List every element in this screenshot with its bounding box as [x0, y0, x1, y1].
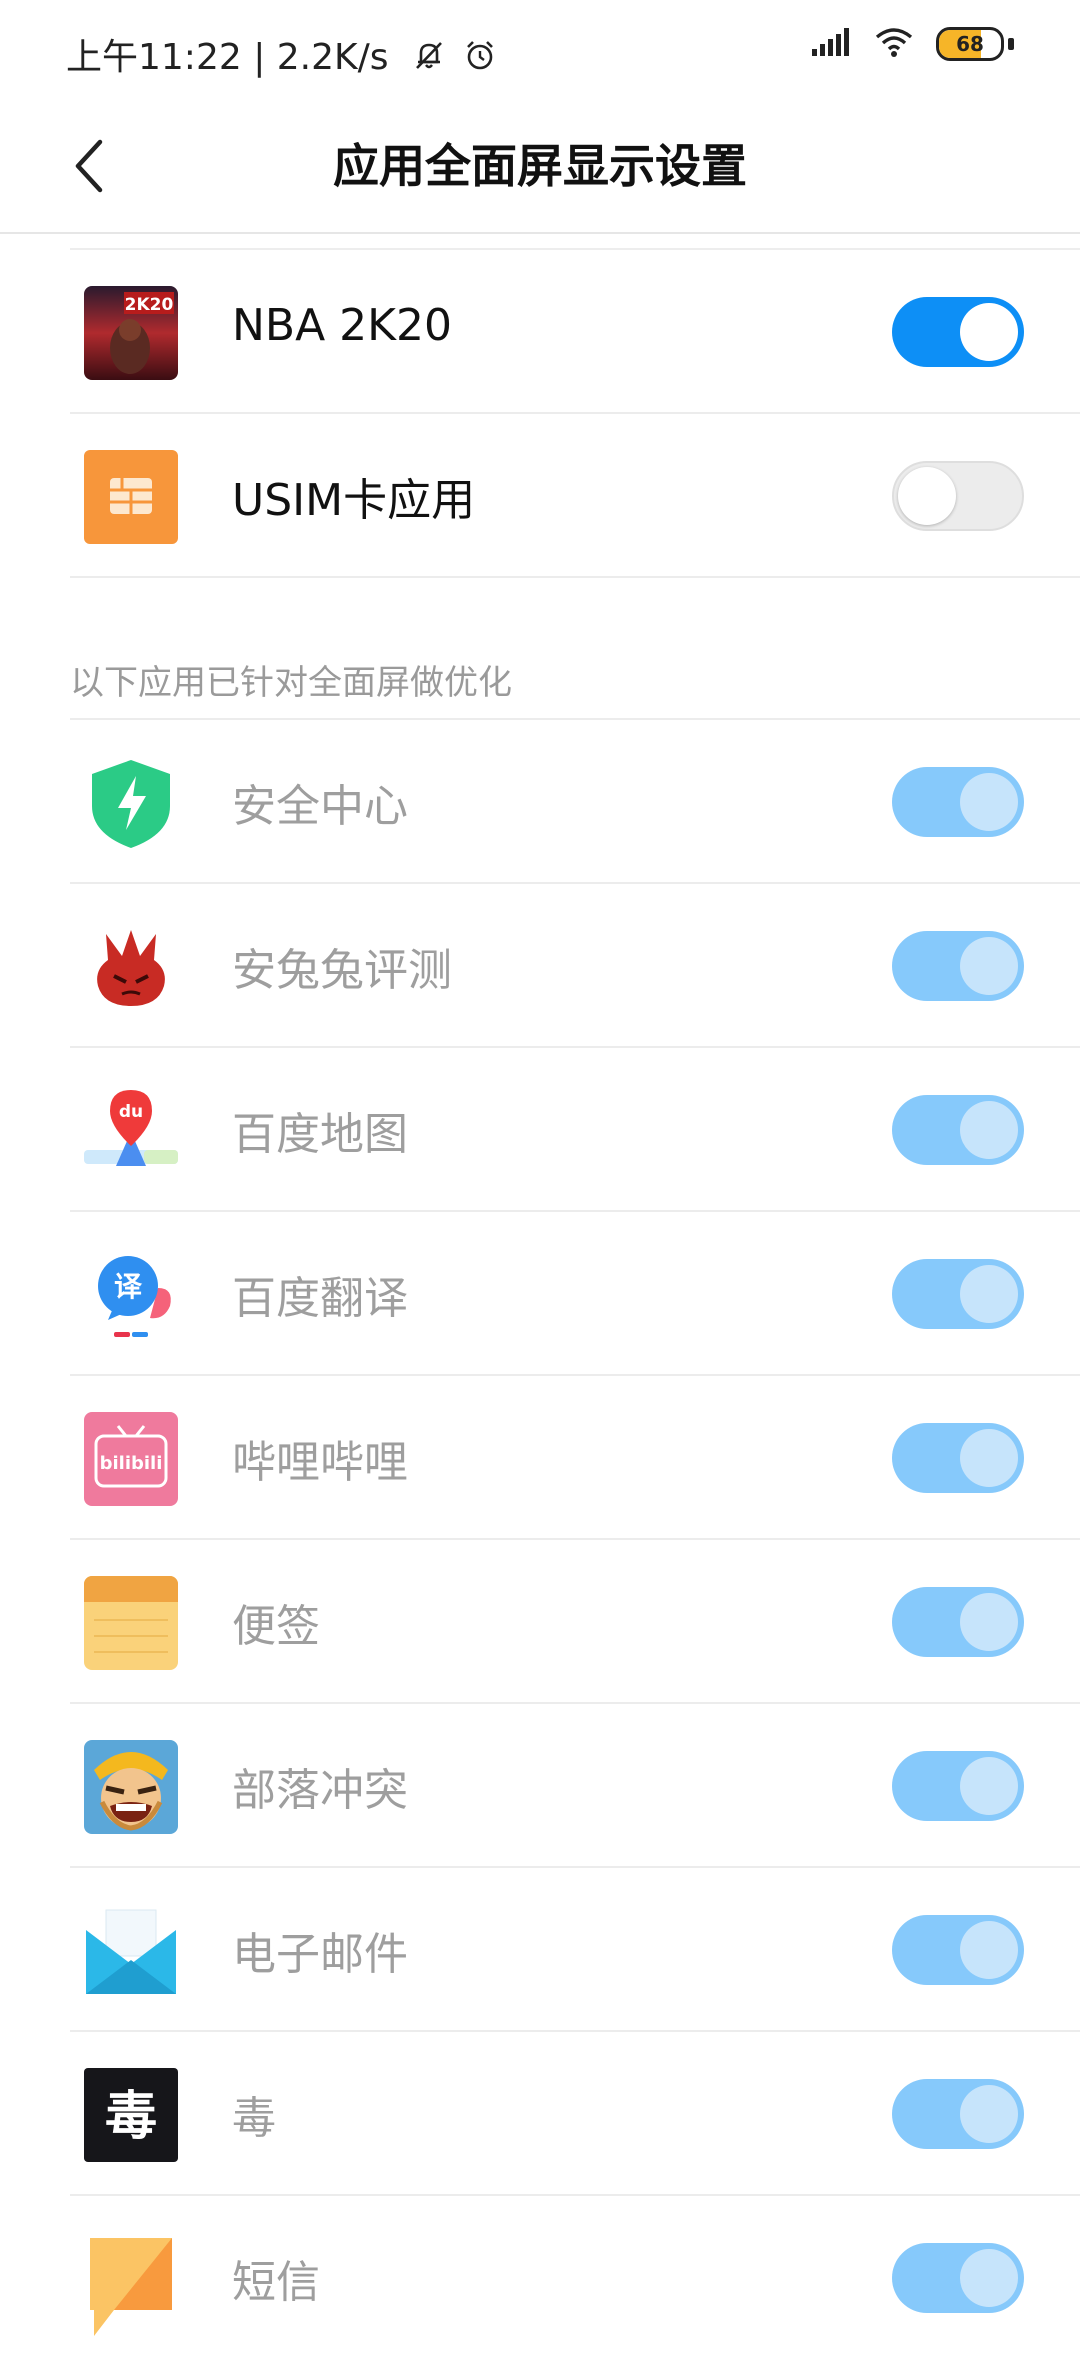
fullscreen-toggle: [892, 1915, 1024, 1985]
toggle-knob: [960, 303, 1018, 361]
status-separator: |: [253, 37, 277, 78]
status-bar: 上午11:22 | 2.2K/s 68: [0, 0, 1080, 100]
toggle-knob: [960, 773, 1018, 831]
app-label: 部落冲突: [232, 1765, 408, 1816]
battery-icon: 68: [936, 27, 1004, 61]
app-header: 应用全面屏显示设置: [0, 100, 1080, 232]
toggle-knob: [898, 467, 956, 525]
baidu-map-icon: du: [84, 1084, 178, 1178]
fullscreen-toggle[interactable]: [892, 461, 1024, 531]
battery-level: 68: [956, 32, 984, 56]
header-divider: [0, 232, 1080, 234]
fullscreen-toggle: [892, 1259, 1024, 1329]
fullscreen-toggle: [892, 2079, 1024, 2149]
app-label: 短信: [232, 2257, 320, 2308]
app-row-bilibili[interactable]: bilibili 哔哩哔哩: [0, 1376, 1080, 1540]
app-row-email[interactable]: 电子邮件: [0, 1868, 1080, 2032]
app-label: 安全中心: [232, 781, 408, 832]
app-row-security-center[interactable]: 安全中心: [0, 720, 1080, 884]
svg-text:2K20: 2K20: [125, 295, 174, 315]
app-label: USIM卡应用: [232, 475, 476, 526]
clash-of-clans-icon: [84, 1740, 178, 1834]
app-row-nba-2k20[interactable]: 2K20 NBA 2K20: [0, 250, 1080, 414]
fullscreen-toggle: [892, 2243, 1024, 2313]
app-row-antutu[interactable]: 安兔兔评测: [0, 884, 1080, 1048]
svg-text:毒: 毒: [105, 2087, 157, 2147]
signal-icon: [810, 27, 852, 61]
bilibili-icon: bilibili: [84, 1412, 178, 1506]
toggle-knob: [960, 1101, 1018, 1159]
fullscreen-toggle: [892, 1751, 1024, 1821]
fullscreen-toggle: [892, 1423, 1024, 1493]
app-label: 安兔兔评测: [232, 945, 452, 996]
network-speed: 2.2K/s: [276, 37, 389, 78]
email-icon: [84, 1904, 178, 1998]
svg-text:译: 译: [114, 1270, 143, 1303]
notes-icon: [84, 1576, 178, 1670]
security-center-icon: [84, 756, 178, 850]
toggle-knob: [960, 1593, 1018, 1651]
app-label: 毒: [232, 2093, 276, 2144]
app-row-usim[interactable]: USIM卡应用: [0, 414, 1080, 578]
section-header: 以下应用已针对全面屏做优化: [70, 663, 512, 703]
app-label: NBA 2K20: [232, 300, 453, 351]
app-label: 百度地图: [232, 1109, 408, 1160]
page-title: 应用全面屏显示设置: [333, 139, 747, 193]
app-row-clash-of-clans[interactable]: 部落冲突: [0, 1704, 1080, 1868]
app-label: 百度翻译: [232, 1273, 408, 1324]
app-label: 便签: [232, 1601, 320, 1652]
sim-card-icon: [84, 450, 178, 544]
clock-text: 上午11:22: [66, 37, 242, 78]
alarm-icon: [463, 38, 497, 81]
app-row-notes[interactable]: 便签: [0, 1540, 1080, 1704]
fullscreen-toggle: [892, 931, 1024, 1001]
battery-cap: [1008, 38, 1014, 50]
app-label: 哔哩哔哩: [232, 1437, 408, 1488]
toggle-knob: [960, 2249, 1018, 2307]
nba-2k20-icon: 2K20: [84, 286, 178, 380]
silent-bell-icon: [412, 38, 446, 81]
antutu-icon: [84, 920, 178, 1014]
baidu-translate-icon: 译: [84, 1248, 178, 1342]
toggle-knob: [960, 2085, 1018, 2143]
toggle-knob: [960, 1265, 1018, 1323]
sms-icon: [84, 2232, 178, 2336]
fullscreen-toggle[interactable]: [892, 297, 1024, 367]
wifi-icon: [874, 26, 914, 62]
app-row-baidu-map[interactable]: du 百度地图: [0, 1048, 1080, 1212]
du-app-icon: 毒: [84, 2068, 178, 2162]
toggle-knob: [960, 937, 1018, 995]
toggle-knob: [960, 1921, 1018, 1979]
app-label: 电子邮件: [232, 1929, 408, 1980]
toggle-knob: [960, 1757, 1018, 1815]
status-time: 上午11:22 | 2.2K/s: [66, 28, 497, 81]
svg-text:du: du: [119, 1102, 143, 1122]
app-row-du[interactable]: 毒 毒: [0, 2032, 1080, 2196]
app-row-baidu-translate[interactable]: 译 百度翻译: [0, 1212, 1080, 1376]
row-divider: [70, 576, 1080, 578]
fullscreen-toggle: [892, 1587, 1024, 1657]
status-icons: 68: [810, 26, 1014, 62]
svg-text:bilibili: bilibili: [100, 1453, 163, 1474]
app-row-sms[interactable]: 短信: [0, 2196, 1080, 2360]
fullscreen-toggle: [892, 767, 1024, 837]
fullscreen-toggle: [892, 1095, 1024, 1165]
toggle-knob: [960, 1429, 1018, 1487]
